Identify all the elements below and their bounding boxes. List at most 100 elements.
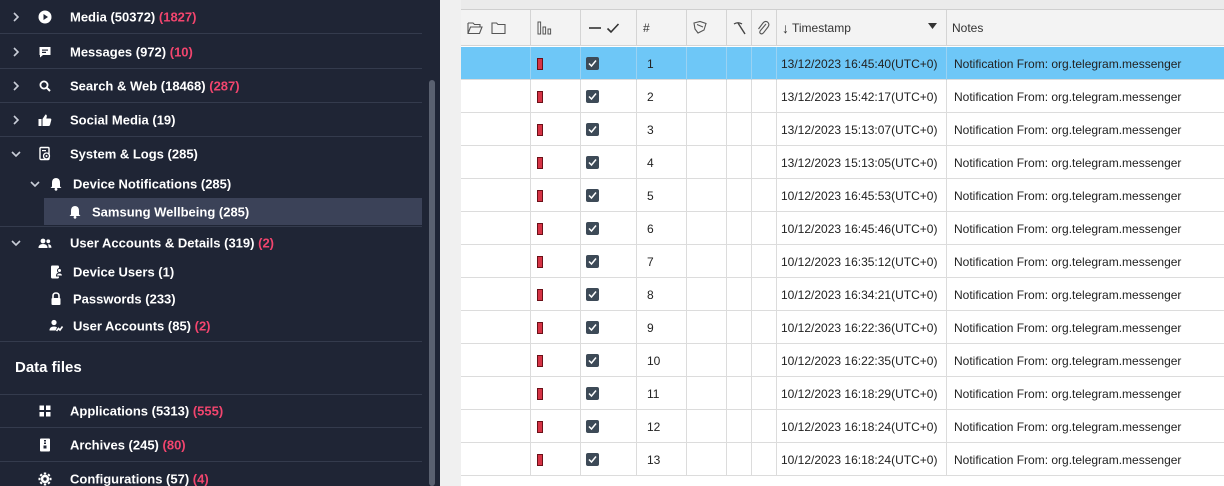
checkmark-icon[interactable]	[606, 21, 620, 35]
row-checkbox[interactable]	[586, 189, 599, 202]
sidebar: Media (50372) (1827) Messages (972) (10)…	[0, 0, 440, 486]
row-checkbox[interactable]	[586, 222, 599, 235]
header-carve[interactable]	[727, 10, 752, 46]
check-cell[interactable]	[581, 146, 637, 179]
check-cell[interactable]	[581, 344, 637, 377]
row-checkbox[interactable]	[586, 354, 599, 367]
table-row[interactable]: 10 10/12/2023 16:22:35(UTC+0) Notification…	[461, 344, 1224, 377]
table-row[interactable]: 11 10/12/2023 16:18:29(UTC+0) Notification…	[461, 377, 1224, 410]
folder-cell	[461, 212, 531, 245]
check-cell[interactable]	[581, 245, 637, 278]
sidebar-item-user-accounts[interactable]: User Accounts (85) (2)	[0, 311, 422, 342]
header-notes[interactable]: Notes	[947, 10, 1224, 46]
sidebar-item-device-notifications[interactable]: Device Notifications (285)	[0, 167, 422, 201]
tag-cell	[531, 245, 581, 278]
tag-marker-icon	[537, 420, 543, 433]
header-folders[interactable]	[461, 10, 531, 46]
table-row[interactable]: 9 10/12/2023 16:22:36(UTC+0) Notification …	[461, 311, 1224, 344]
notes-cell: Notification From: org.telegram.messenge…	[954, 89, 1182, 104]
table-row[interactable]: 2 13/12/2023 15:42:17(UTC+0) Notification …	[461, 80, 1224, 113]
chevron-right-icon[interactable]	[10, 114, 22, 126]
row-checkbox[interactable]	[586, 123, 599, 136]
attachment-cell	[752, 113, 777, 146]
row-checkbox[interactable]	[586, 288, 599, 301]
row-checkbox[interactable]	[586, 90, 599, 103]
sidebar-item-passwords[interactable]: Passwords (233)	[0, 284, 422, 314]
sidebar-item-messages[interactable]: Messages (972) (10)	[0, 35, 422, 69]
check-cell[interactable]	[581, 311, 637, 344]
sidebar-item-social-media[interactable]: Social Media (19)	[0, 103, 422, 137]
table-row[interactable]: 13 10/12/2023 16:18:24(UTC+0) Notification…	[461, 443, 1224, 476]
row-checkbox[interactable]	[586, 321, 599, 334]
dash-icon[interactable]	[588, 21, 602, 35]
table-row[interactable]: 1 13/12/2023 16:45:40(UTC+0) Notification …	[461, 47, 1224, 80]
row-checkbox[interactable]	[586, 57, 599, 70]
header-attachment[interactable]	[752, 10, 777, 46]
sidebar-item-archives[interactable]: Archives (245) (80)	[0, 428, 422, 462]
folder-open-icon[interactable]	[467, 21, 483, 35]
sort-descending-icon[interactable]: ↓	[782, 20, 789, 36]
chevron-right-icon[interactable]	[10, 80, 22, 92]
tag-cell	[531, 179, 581, 212]
chevron-down-icon[interactable]	[10, 148, 22, 160]
sidebar-item-applications[interactable]: Applications (5313) (555)	[0, 394, 422, 428]
bookmark-cell	[687, 47, 727, 80]
paperclip-icon[interactable]	[756, 20, 770, 36]
sidebar-item-device-users[interactable]: Device Users (1)	[0, 257, 422, 287]
check-cell[interactable]	[581, 410, 637, 443]
check-cell[interactable]	[581, 443, 637, 476]
sidebar-item-label: Device Users (1)	[73, 264, 175, 280]
table-row[interactable]: 12 10/12/2023 16:18:24(UTC+0) Notification…	[461, 410, 1224, 443]
row-checkbox[interactable]	[586, 420, 599, 433]
check-cell[interactable]	[581, 80, 637, 113]
notes-cell: Notification From: org.telegram.messenge…	[954, 122, 1182, 137]
table-row[interactable]: 4 13/12/2023 15:13:05(UTC+0) Notification …	[461, 146, 1224, 179]
chevron-right-icon[interactable]	[10, 11, 22, 23]
row-checkbox[interactable]	[586, 387, 599, 400]
sidebar-item-search-web[interactable]: Search & Web (18468) (287)	[0, 69, 422, 103]
header-tag[interactable]	[531, 10, 581, 46]
chevron-down-icon[interactable]	[29, 178, 41, 190]
check-cell[interactable]	[581, 377, 637, 410]
check-cell[interactable]	[581, 212, 637, 245]
sidebar-item-system-logs[interactable]: System & Logs (285)	[0, 137, 422, 171]
sidebar-scrollbar[interactable]	[429, 80, 435, 486]
table-row[interactable]: 3 13/12/2023 15:13:07(UTC+0) Notification …	[461, 113, 1224, 146]
sidebar-item-media[interactable]: Media (50372) (1827)	[0, 0, 422, 34]
header-timestamp[interactable]: ↓ Timestamp	[777, 10, 947, 46]
header-check[interactable]	[581, 10, 637, 46]
table-row[interactable]: 6 10/12/2023 16:45:46(UTC+0) Notification …	[461, 212, 1224, 245]
header-bookmark[interactable]	[687, 10, 727, 46]
carve-cell	[727, 278, 752, 311]
chevron-down-icon[interactable]	[10, 237, 22, 249]
row-checkbox[interactable]	[586, 255, 599, 268]
chevron-right-icon[interactable]	[10, 46, 22, 58]
bell-icon	[67, 204, 83, 220]
timestamp-cell: 10/12/2023 16:35:12(UTC+0)	[777, 245, 947, 278]
check-cell[interactable]	[581, 47, 637, 80]
check-cell[interactable]	[581, 179, 637, 212]
sidebar-item-samsung-wellbeing[interactable]: Samsung Wellbeing (285)	[0, 198, 422, 225]
bookmark-icon[interactable]	[692, 20, 708, 36]
table-row[interactable]: 8 10/12/2023 16:34:21(UTC+0) Notification …	[461, 278, 1224, 311]
sidebar-item-configurations[interactable]: Configurations (57) (4)	[0, 462, 422, 486]
lock-icon	[48, 291, 64, 307]
count-badge: (10)	[169, 44, 193, 59]
check-cell[interactable]	[581, 278, 637, 311]
table-row[interactable]: 7 10/12/2023 16:35:12(UTC+0) Notification …	[461, 245, 1224, 278]
timestamp-cell: 10/12/2023 16:18:29(UTC+0)	[777, 377, 947, 410]
header-number[interactable]: #	[637, 10, 687, 46]
count-badge: (4)	[192, 471, 209, 486]
folder-icon[interactable]	[491, 21, 506, 35]
row-checkbox[interactable]	[586, 453, 599, 466]
sidebar-item-user-accounts-details[interactable]: User Accounts & Details (319) (2)	[0, 226, 422, 260]
table-row[interactable]: 5 10/12/2023 16:45:53(UTC+0) Notification …	[461, 179, 1224, 212]
tag-columns-icon[interactable]	[537, 20, 553, 36]
row-checkbox[interactable]	[586, 156, 599, 169]
bookmark-cell	[687, 410, 727, 443]
row-number: 2	[637, 80, 687, 113]
dropdown-arrow-icon[interactable]	[928, 23, 937, 29]
check-cell[interactable]	[581, 113, 637, 146]
splitter[interactable]	[440, 0, 461, 486]
pickaxe-icon[interactable]	[732, 21, 746, 35]
